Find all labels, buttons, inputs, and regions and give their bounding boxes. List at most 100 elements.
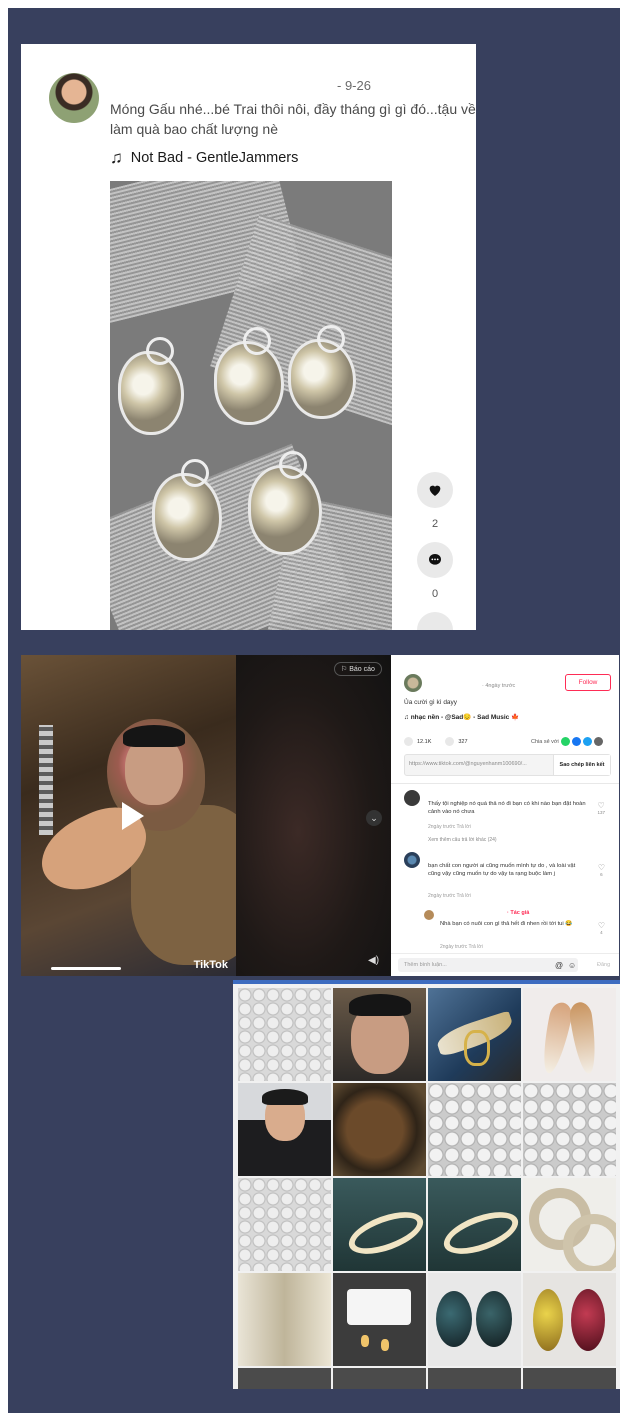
grid-image[interactable]	[523, 1083, 616, 1176]
reply-like-count: 4	[600, 930, 603, 935]
reply-avatar[interactable]	[424, 910, 434, 920]
bear-claw-charm	[214, 327, 284, 425]
chain-image	[39, 725, 53, 835]
comment-icon[interactable]	[445, 737, 455, 746]
side-actions: 2 0	[415, 472, 455, 630]
video-music[interactable]: ♫ nhạc nền - @Sad😔 - Sad Music 🍁	[404, 713, 519, 721]
bear-claw-charm	[288, 325, 356, 419]
whatsapp-icon[interactable]	[560, 737, 570, 746]
comment-text: Thấy tội nghiệp nó quá thả nó đi bạn có …	[428, 801, 586, 815]
grid-image[interactable]	[238, 1083, 331, 1176]
grid-image[interactable]	[238, 1273, 331, 1366]
view-more-replies[interactable]: Xem thêm câu trả lời khác (24)	[428, 837, 497, 843]
grid-image[interactable]	[333, 1083, 426, 1176]
grid-image[interactable]	[523, 1178, 616, 1271]
image-grid	[238, 988, 616, 1389]
grid-image[interactable]	[428, 1178, 521, 1271]
grid-image[interactable]	[333, 1178, 426, 1271]
post-video[interactable]	[110, 181, 392, 630]
music-note-icon: ♫	[404, 714, 411, 721]
heart-icon	[429, 485, 441, 496]
bear-claw-charm	[118, 337, 184, 435]
video-description: Ủa cười gì kì dayy	[404, 699, 458, 706]
share-button[interactable]	[417, 612, 453, 630]
comment-placeholder: Thêm bình luận...	[404, 962, 447, 968]
window-top-band	[233, 980, 620, 984]
commenter-avatar[interactable]	[404, 852, 420, 868]
report-label: Báo cáo	[349, 666, 375, 673]
comment-input[interactable]: Thêm bình luận... @ ☺	[398, 958, 578, 972]
grid-image[interactable]	[523, 1273, 616, 1366]
like-total: 12.1K	[417, 738, 432, 745]
author-avatar[interactable]	[404, 674, 422, 692]
commenter-avatar[interactable]	[404, 790, 420, 806]
grid-image[interactable]	[428, 1083, 521, 1176]
reply-item: · Tác giả Nhà bạn có nuôi con gì thả hết…	[424, 910, 609, 950]
grid-image[interactable]	[523, 988, 616, 1081]
heart-icon[interactable]	[404, 737, 413, 746]
volume-icon[interactable]: ◀)	[368, 955, 379, 966]
bear-claw-charm	[152, 459, 222, 561]
chevron-down-icon[interactable]: ⌄	[366, 810, 382, 826]
report-button[interactable]: ⚐ Báo cáo	[334, 662, 382, 676]
grid-image[interactable]	[238, 1368, 331, 1389]
user-avatar[interactable]	[49, 73, 99, 123]
share-label: Chia sẻ với	[531, 738, 559, 745]
follow-button[interactable]: Follow	[565, 674, 611, 691]
grid-image[interactable]	[333, 988, 426, 1081]
post-comment-button[interactable]: Đăng	[597, 962, 610, 968]
comment-icon	[429, 554, 441, 565]
music-name: nhạc nền - @Sad😔 - Sad Music 🍁	[410, 714, 520, 721]
comment-text: bạn chất con người ai cũng muốn mình tự …	[428, 863, 576, 877]
comment-panel: · 4ngày trước Follow Ủa cười gì kì dayy …	[391, 655, 619, 976]
comment-like-button[interactable]: ♡ 137	[597, 801, 605, 815]
comment-input-bar: Thêm bình luận... @ ☺ Đăng	[391, 953, 619, 976]
comment-item: bạn chất con người ai cũng muốn mình tự …	[404, 852, 609, 907]
mention-icon[interactable]: @	[555, 961, 563, 970]
comment-button[interactable]	[417, 542, 453, 578]
progress-bar[interactable]	[51, 967, 121, 970]
comment-like-count: 6	[600, 872, 603, 877]
grid-image[interactable]	[523, 1368, 616, 1389]
copy-link-button[interactable]: Sao chép liên kết	[553, 755, 610, 775]
reply-meta[interactable]: 2ngày trước Trả lời	[440, 944, 483, 950]
more-share-icon[interactable]	[593, 737, 603, 746]
grid-image[interactable]	[333, 1273, 426, 1366]
video-thumbnail[interactable]: TikTok	[21, 655, 236, 976]
comment-total: 327	[458, 738, 468, 745]
post-time: · 4ngày trước	[482, 683, 516, 689]
comment-meta[interactable]: 2ngày trước Trả lời	[428, 824, 471, 830]
grid-image[interactable]	[238, 988, 331, 1081]
post-caption: Móng Gấu nhé...bé Trai thôi nôi, đầy thá…	[110, 101, 476, 137]
grid-image[interactable]	[428, 988, 521, 1081]
comment-like-button[interactable]: ♡ 6	[598, 863, 605, 877]
bear-claw-charm	[248, 451, 322, 555]
tiktok-watermark: TikTok	[193, 959, 228, 971]
comment-like-count: 137	[597, 810, 605, 815]
image-grid-panel	[233, 980, 620, 1389]
like-button[interactable]	[417, 472, 453, 508]
post-music[interactable]: ♫ Not Bad - GentleJammers	[110, 148, 298, 168]
divider	[391, 783, 619, 784]
grid-image[interactable]	[428, 1273, 521, 1366]
grid-image[interactable]	[238, 1178, 331, 1271]
link-box: https://www.tiktok.com/@nguyenhanm100690…	[404, 754, 611, 776]
comment-meta[interactable]: 2ngày trước Trả lời	[428, 893, 471, 899]
share-row: Chia sẻ với	[531, 737, 603, 746]
video-url[interactable]: https://www.tiktok.com/@nguyenhanm100690…	[409, 761, 549, 767]
grid-image[interactable]	[333, 1368, 426, 1389]
facebook-icon[interactable]	[571, 737, 581, 746]
play-icon[interactable]	[122, 802, 144, 830]
reply-like-button[interactable]: ♡ 4	[598, 921, 605, 935]
music-title: Not Bad - GentleJammers	[130, 150, 299, 166]
reply-text: Nhà bạn có nuôi con gì thả hết đi nhen r…	[440, 921, 573, 927]
twitter-icon[interactable]	[582, 737, 592, 746]
engagement-stats: 12.1K 327	[404, 737, 468, 746]
music-note-icon: ♫	[110, 148, 123, 167]
grid-image[interactable]	[428, 1368, 521, 1389]
comment-count: 0	[431, 588, 439, 600]
tiktok-post-card: - 9-26 Móng Gấu nhé...bé Trai thôi nôi, …	[21, 44, 476, 630]
post-date: - 9-26	[337, 78, 371, 93]
emoji-icon[interactable]: ☺	[568, 961, 576, 970]
like-count: 2	[431, 518, 439, 530]
